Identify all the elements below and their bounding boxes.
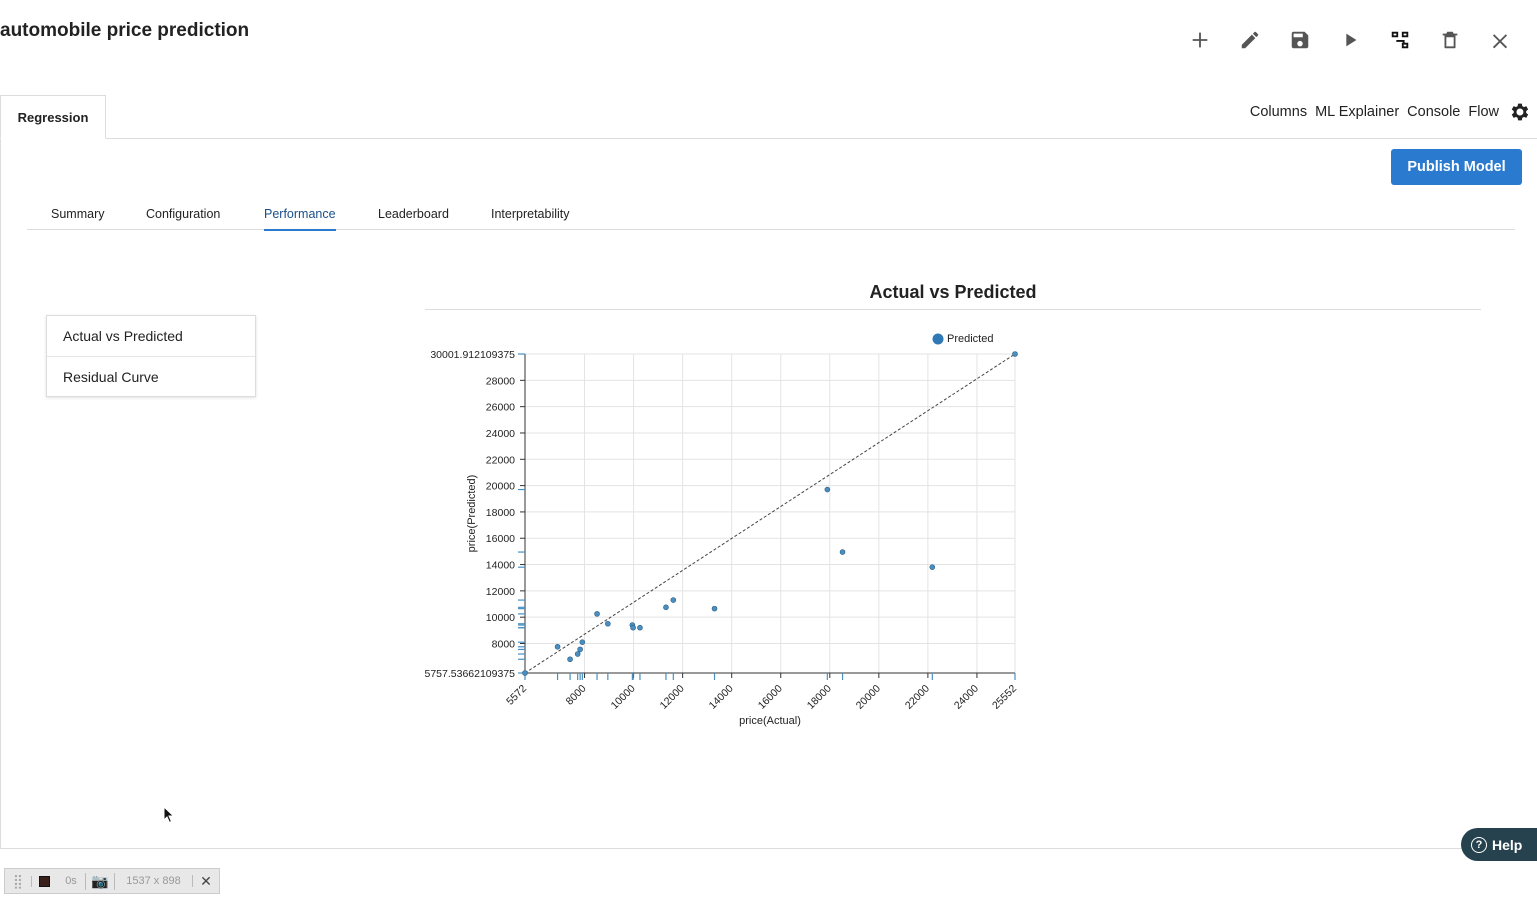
drag-handle-icon[interactable]: ⣿ <box>5 873 31 890</box>
help-button[interactable]: ? Help <box>1461 828 1537 861</box>
main-panel <box>0 138 1537 849</box>
sub-tab-bar: Summary Configuration Performance Leader… <box>27 196 1515 231</box>
help-label: Help <box>1492 836 1523 853</box>
trash-icon <box>1442 31 1458 49</box>
list-item-actual-vs-predicted[interactable]: Actual vs Predicted <box>47 316 255 356</box>
tab-summary[interactable]: Summary <box>51 207 104 221</box>
edit-button[interactable] <box>1225 26 1275 54</box>
close-icon <box>1492 34 1508 49</box>
chart-type-list: Actual vs Predicted Residual Curve <box>46 315 256 397</box>
tab-performance[interactable]: Performance <box>264 207 336 231</box>
columns-link[interactable]: Columns <box>1250 104 1307 120</box>
recording-time: 0s <box>65 875 77 887</box>
ml-explainer-link[interactable]: ML Explainer <box>1315 104 1399 120</box>
save-icon <box>1291 31 1309 49</box>
tab-leaderboard[interactable]: Leaderboard <box>378 207 449 221</box>
stop-icon <box>39 875 50 887</box>
header-links: Columns ML Explainer Console Flow <box>1250 104 1499 120</box>
run-button[interactable] <box>1325 26 1375 54</box>
tab-regression[interactable]: Regression <box>0 95 106 139</box>
recorder-toolbar: ⣿ 0s 📷 1537 x 898 ✕ <box>4 868 220 894</box>
pencil-icon <box>1241 31 1259 49</box>
add-button[interactable] <box>1175 26 1225 54</box>
page-title: automobile price prediction <box>0 20 250 41</box>
chart-title-divider <box>425 309 1481 310</box>
console-link[interactable]: Console <box>1407 104 1460 120</box>
tab-configuration[interactable]: Configuration <box>146 207 220 221</box>
mouse-cursor-icon <box>163 806 175 824</box>
delete-button[interactable] <box>1425 26 1475 54</box>
chart-title: Actual vs Predicted <box>869 282 1037 302</box>
flow-view-button[interactable] <box>1375 26 1425 54</box>
flow-tree-icon <box>1391 31 1409 49</box>
flow-link[interactable]: Flow <box>1468 104 1499 120</box>
gear-icon[interactable] <box>1507 100 1531 124</box>
close-recorder-icon[interactable]: ✕ <box>193 873 219 890</box>
camera-icon[interactable]: 📷 <box>85 872 115 890</box>
plus-icon <box>1192 32 1208 48</box>
list-item-residual-curve[interactable]: Residual Curve <box>47 356 255 396</box>
publish-model-button[interactable]: Publish Model <box>1391 149 1522 185</box>
save-button[interactable] <box>1275 26 1325 54</box>
play-icon <box>1346 33 1357 47</box>
stop-button[interactable] <box>31 875 57 887</box>
toolbar <box>1175 26 1525 54</box>
close-button[interactable] <box>1475 26 1525 54</box>
recording-size: 1537 x 898 <box>115 875 193 887</box>
tab-interpretability[interactable]: Interpretability <box>491 207 570 221</box>
question-icon: ? <box>1471 836 1487 853</box>
